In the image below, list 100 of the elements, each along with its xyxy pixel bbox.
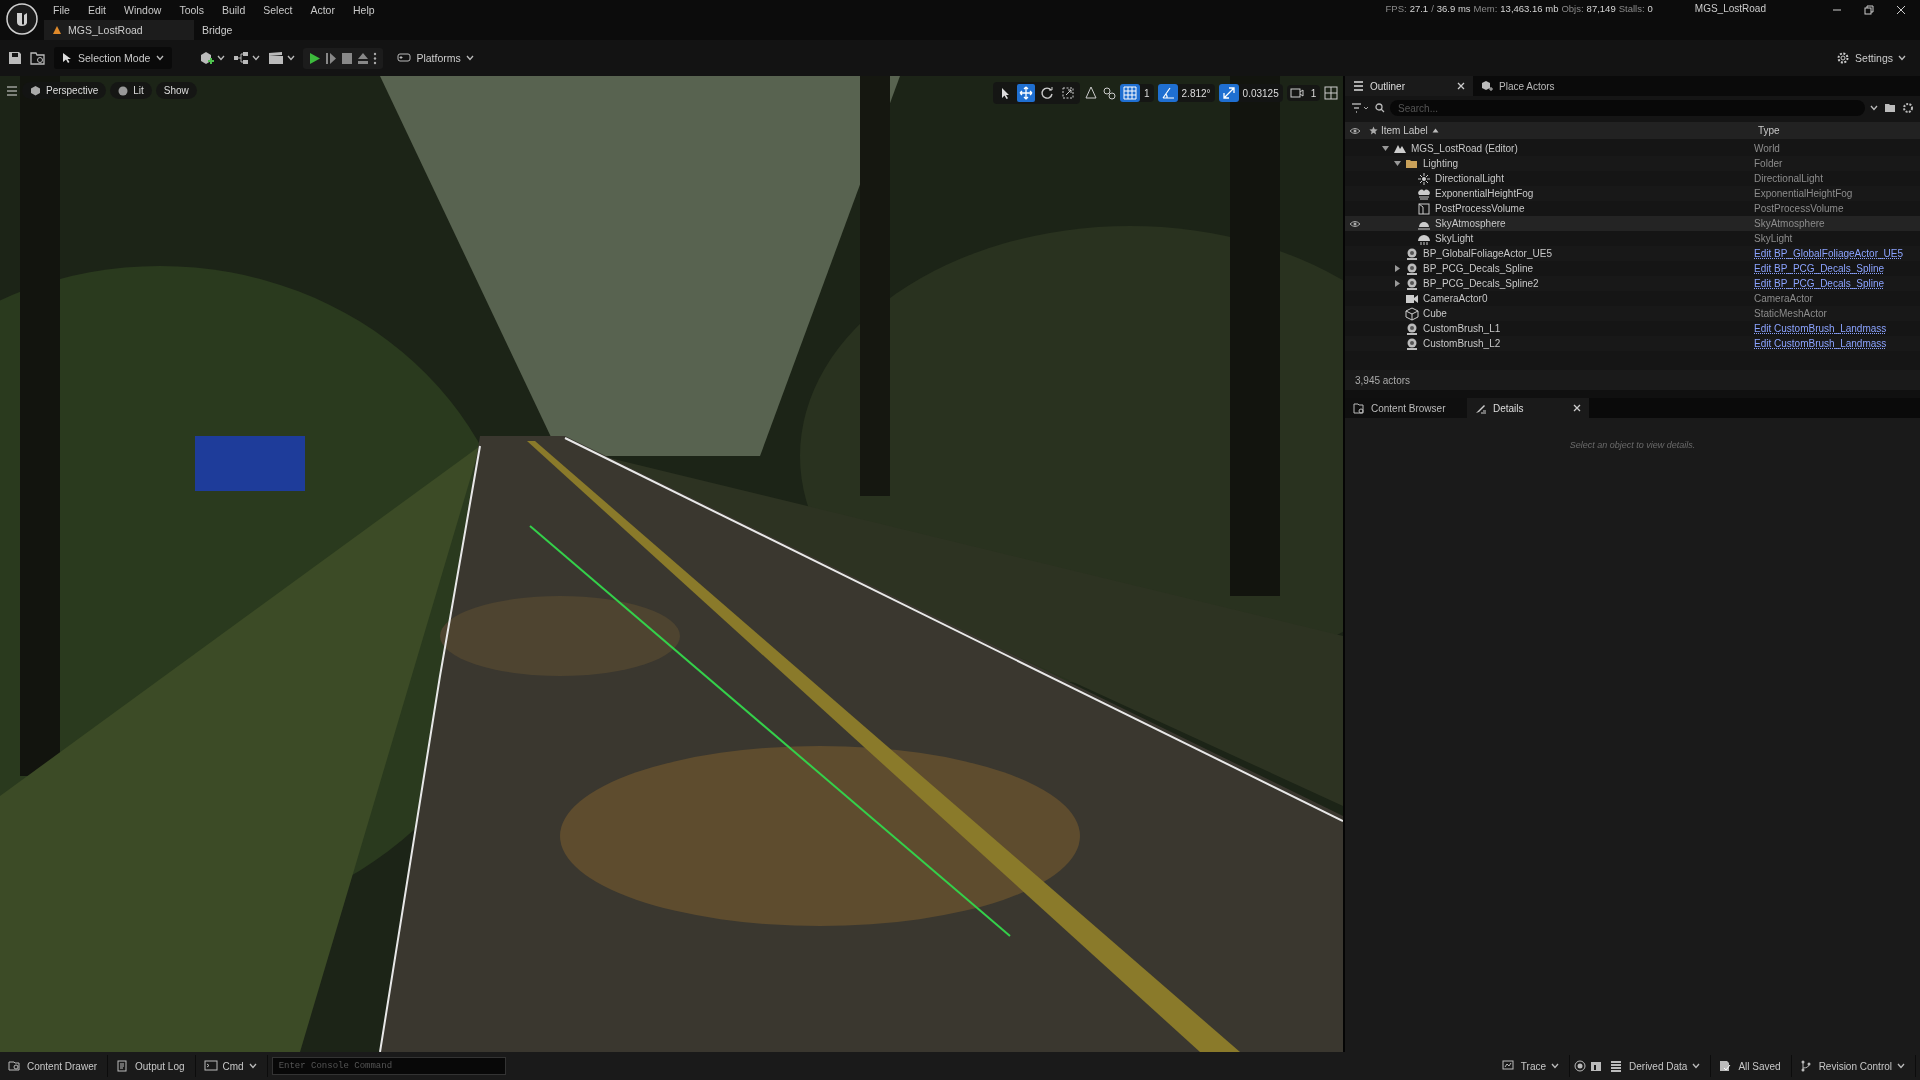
folder-icon	[8, 1060, 22, 1072]
stat-value: 87,149	[1586, 3, 1616, 14]
expanded-arrow-icon[interactable]	[1393, 160, 1401, 167]
item-label[interactable]: DirectionalLight	[1435, 173, 1504, 184]
camera-speed-button[interactable]: 1	[1286, 85, 1321, 101]
item-label[interactable]: BP_PCG_Decals_Spline	[1423, 263, 1534, 274]
stat-value: 13,463.16 mb	[1500, 3, 1559, 14]
pencil-icon	[1475, 402, 1487, 414]
filter-icon[interactable]	[1351, 103, 1369, 113]
details-tab[interactable]: Details	[1467, 398, 1589, 418]
edit-link[interactable]: Edit CustomBrush_Landmass	[1754, 323, 1920, 334]
revision-button[interactable]: Revision Control	[1795, 1055, 1916, 1077]
stat-label: FPS:	[1385, 3, 1407, 14]
item-label[interactable]: SkyLight	[1435, 233, 1474, 244]
caret-icon	[1692, 1063, 1701, 1069]
item-label[interactable]: ExponentialHeightFog	[1435, 188, 1534, 199]
blueprint-graph-icon[interactable]	[233, 51, 251, 65]
browse-icon[interactable]	[30, 51, 46, 65]
view-mode-button[interactable]: Lit	[110, 82, 152, 99]
rotation-snap-button[interactable]: 2.812°	[1157, 84, 1215, 102]
menu-item[interactable]: Window	[115, 4, 171, 16]
cursor-icon	[62, 52, 72, 64]
move-tool-icon[interactable]	[1019, 86, 1033, 100]
sphere-icon	[1405, 261, 1419, 276]
place-actors-tab[interactable]: Place Actors	[1473, 76, 1601, 96]
content-browser-tab[interactable]: Content Browser	[1345, 398, 1467, 418]
item-label[interactable]: BP_PCG_Decals_Spline2	[1423, 278, 1539, 289]
menu-item[interactable]: Edit	[78, 4, 115, 16]
item-label[interactable]: CameraActor0	[1423, 293, 1488, 304]
expanded-arrow-icon[interactable]	[1381, 145, 1389, 152]
trace-button[interactable]: Trace	[1497, 1055, 1570, 1077]
layout-icon[interactable]	[1324, 86, 1339, 100]
stat-value: 0	[1647, 3, 1653, 14]
close-icon[interactable]	[1573, 404, 1581, 412]
caret-icon	[252, 55, 261, 61]
item-label[interactable]: SkyAtmosphere	[1435, 218, 1506, 229]
column-header[interactable]: Item Label	[1381, 125, 1428, 136]
log-button[interactable]: Output Log	[112, 1055, 196, 1077]
restore-icon[interactable]	[1864, 5, 1874, 15]
document-tab[interactable]: MGS_LostRoad	[44, 20, 194, 40]
item-label[interactable]: Lighting	[1423, 158, 1459, 169]
edit-link[interactable]: Edit BP_GlobalFoliageActor_UE5	[1754, 248, 1920, 259]
menu-item[interactable]: Select	[254, 4, 302, 16]
step-icon[interactable]	[325, 51, 338, 65]
collapsed-arrow-icon[interactable]	[1393, 280, 1401, 287]
add-folder-icon[interactable]	[1884, 103, 1896, 113]
item-label[interactable]: CustomBrush_L2	[1423, 338, 1501, 349]
close-icon[interactable]	[1457, 82, 1465, 90]
item-label[interactable]: Cube	[1423, 308, 1447, 319]
play-icon[interactable]	[309, 51, 322, 65]
selection-mode-dropdown[interactable]: Selection Mode	[54, 47, 173, 69]
save-icon[interactable]	[8, 51, 22, 65]
close-icon[interactable]	[1896, 5, 1906, 15]
scale-snap-button[interactable]: 0.03125	[1218, 84, 1283, 102]
scale-tool-icon[interactable]	[1061, 86, 1075, 100]
add-actor-icon[interactable]	[198, 51, 216, 65]
item-label[interactable]: PostProcessVolume	[1435, 203, 1525, 214]
menu-item[interactable]: File	[44, 4, 79, 16]
derived-button[interactable]: Derived Data	[1606, 1055, 1712, 1077]
document-tab[interactable]: Bridge	[194, 20, 344, 40]
menu-icon[interactable]	[6, 85, 18, 96]
more-icon[interactable]	[373, 51, 378, 65]
settings-icon[interactable]	[1902, 102, 1914, 114]
cmd-button[interactable]: Cmd	[199, 1055, 268, 1077]
stop-icon[interactable]	[341, 51, 354, 65]
menu-item[interactable]: Build	[212, 4, 255, 16]
console-input[interactable]: Enter Console Command	[271, 1057, 506, 1075]
record-icon[interactable]	[1574, 1060, 1586, 1072]
eye-icon[interactable]	[1349, 219, 1361, 228]
column-header[interactable]: Type	[1754, 125, 1920, 136]
collapsed-arrow-icon[interactable]	[1393, 265, 1401, 272]
menu-item[interactable]: Tools	[170, 4, 213, 16]
edit-link[interactable]: Edit BP_PCG_Decals_Spline	[1754, 278, 1920, 289]
eject-icon[interactable]	[357, 51, 370, 65]
snapshot-icon[interactable]	[1590, 1060, 1602, 1072]
caret-icon	[156, 55, 165, 61]
item-label[interactable]: MGS_LostRoad (Editor)	[1411, 143, 1518, 154]
sort-arrow-icon[interactable]	[1431, 128, 1439, 133]
drawer-button[interactable]: Content Drawer	[4, 1055, 109, 1077]
grid-snap-button[interactable]: 1	[1120, 84, 1154, 102]
item-type: SkyLight	[1754, 233, 1794, 244]
clapper-icon[interactable]	[268, 51, 286, 65]
search-field[interactable]: Search...	[1390, 100, 1865, 116]
unreal-logo-icon	[6, 3, 38, 35]
menu-item[interactable]: Help	[343, 4, 384, 16]
menu-item[interactable]: Actor	[301, 4, 344, 16]
view-mode-button[interactable]: Show	[155, 82, 197, 99]
settings-dropdown[interactable]: Settings	[1830, 50, 1912, 66]
edit-link[interactable]: Edit BP_PCG_Decals_Spline	[1754, 263, 1920, 274]
platforms-dropdown[interactable]: Platforms	[391, 51, 480, 65]
stat-label: /	[1431, 3, 1434, 14]
rotate-tool-icon[interactable]	[1040, 86, 1054, 100]
edit-link[interactable]: Edit CustomBrush_Landmass	[1754, 338, 1920, 349]
item-label[interactable]: BP_GlobalFoliageActor_UE5	[1423, 248, 1552, 259]
view-mode-button[interactable]: Perspective	[22, 82, 107, 99]
item-label[interactable]: CustomBrush_L1	[1423, 323, 1501, 334]
outliner-tab[interactable]: Outliner	[1345, 76, 1473, 96]
gamepad-icon	[397, 52, 412, 64]
saved-button[interactable]: All Saved	[1715, 1055, 1792, 1077]
caret-icon	[465, 55, 474, 61]
